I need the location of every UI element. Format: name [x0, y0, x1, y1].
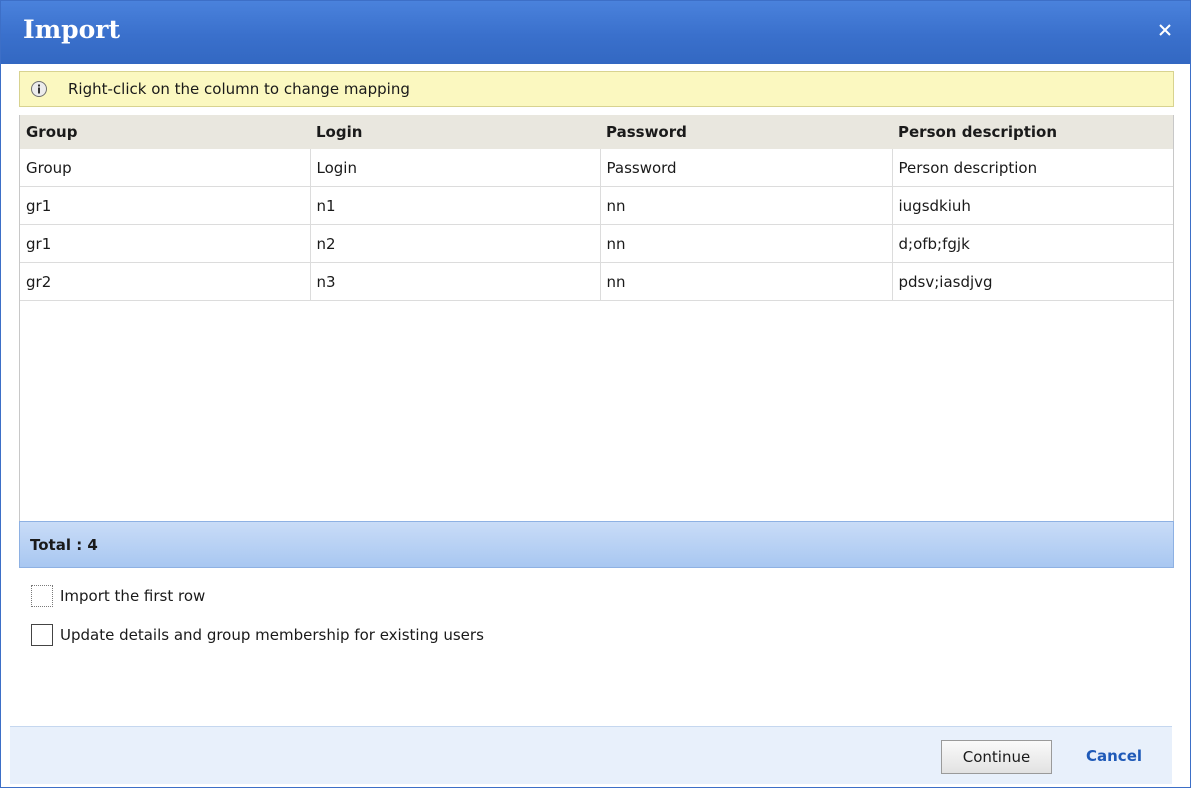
table-cell: gr1 [20, 224, 311, 263]
import-table: Group Login Password Person description … [20, 115, 1173, 301]
table-cell: Group [20, 149, 311, 187]
table-cell: n1 [310, 186, 601, 225]
table-row: gr1 n2 nn d;ofb;fgjk [20, 224, 1173, 263]
continue-button[interactable]: Continue [941, 740, 1052, 774]
column-header-login[interactable]: Login [310, 115, 600, 149]
table-cell: d;ofb;fgjk [892, 224, 1173, 263]
total-bar: Total : 4 [19, 521, 1174, 568]
table-cell: pdsv;iasdjvg [892, 262, 1173, 301]
import-grid: Group Login Password Person description … [19, 115, 1174, 568]
table-cell: iugsdkiuh [892, 186, 1173, 225]
import-first-row-option[interactable]: Import the first row [31, 585, 205, 607]
table-cell: Person description [892, 149, 1173, 187]
update-existing-option[interactable]: Update details and group membership for … [31, 624, 484, 646]
dialog-title: Import [23, 15, 121, 44]
import-first-row-checkbox[interactable] [31, 585, 53, 607]
table-cell: nn [600, 262, 893, 301]
table-cell: n3 [310, 262, 601, 301]
import-first-row-label: Import the first row [60, 587, 206, 605]
table-cell: nn [600, 224, 893, 263]
update-existing-label: Update details and group membership for … [60, 626, 484, 644]
header-row: Group Login Password Person description [20, 115, 1173, 149]
title-bar: Import [1, 1, 1190, 64]
table-cell: gr2 [20, 262, 311, 301]
table-cell: Password [600, 149, 893, 187]
table-cell: nn [600, 186, 893, 225]
table-cell: gr1 [20, 186, 311, 225]
column-header-group[interactable]: Group [20, 115, 310, 149]
info-text: Right-click on the column to change mapp… [68, 80, 410, 98]
import-dialog: Import Right-click on the column to chan… [0, 0, 1191, 788]
column-header-password[interactable]: Password [600, 115, 892, 149]
table-row: Group Login Password Person description [20, 149, 1173, 187]
dialog-footer: Continue Cancel [10, 726, 1172, 784]
table-row: gr2 n3 nn pdsv;iasdjvg [20, 262, 1173, 301]
column-header-person-description[interactable]: Person description [892, 115, 1173, 149]
table-cell: n2 [310, 224, 601, 263]
table-row: gr1 n1 nn iugsdkiuh [20, 186, 1173, 225]
info-bar: Right-click on the column to change mapp… [19, 71, 1174, 107]
cancel-link[interactable]: Cancel [1086, 747, 1142, 765]
total-count: Total : 4 [30, 536, 98, 554]
update-existing-checkbox[interactable] [31, 624, 53, 646]
close-icon[interactable] [1152, 17, 1178, 43]
table-cell: Login [310, 149, 601, 187]
info-icon [30, 80, 48, 98]
